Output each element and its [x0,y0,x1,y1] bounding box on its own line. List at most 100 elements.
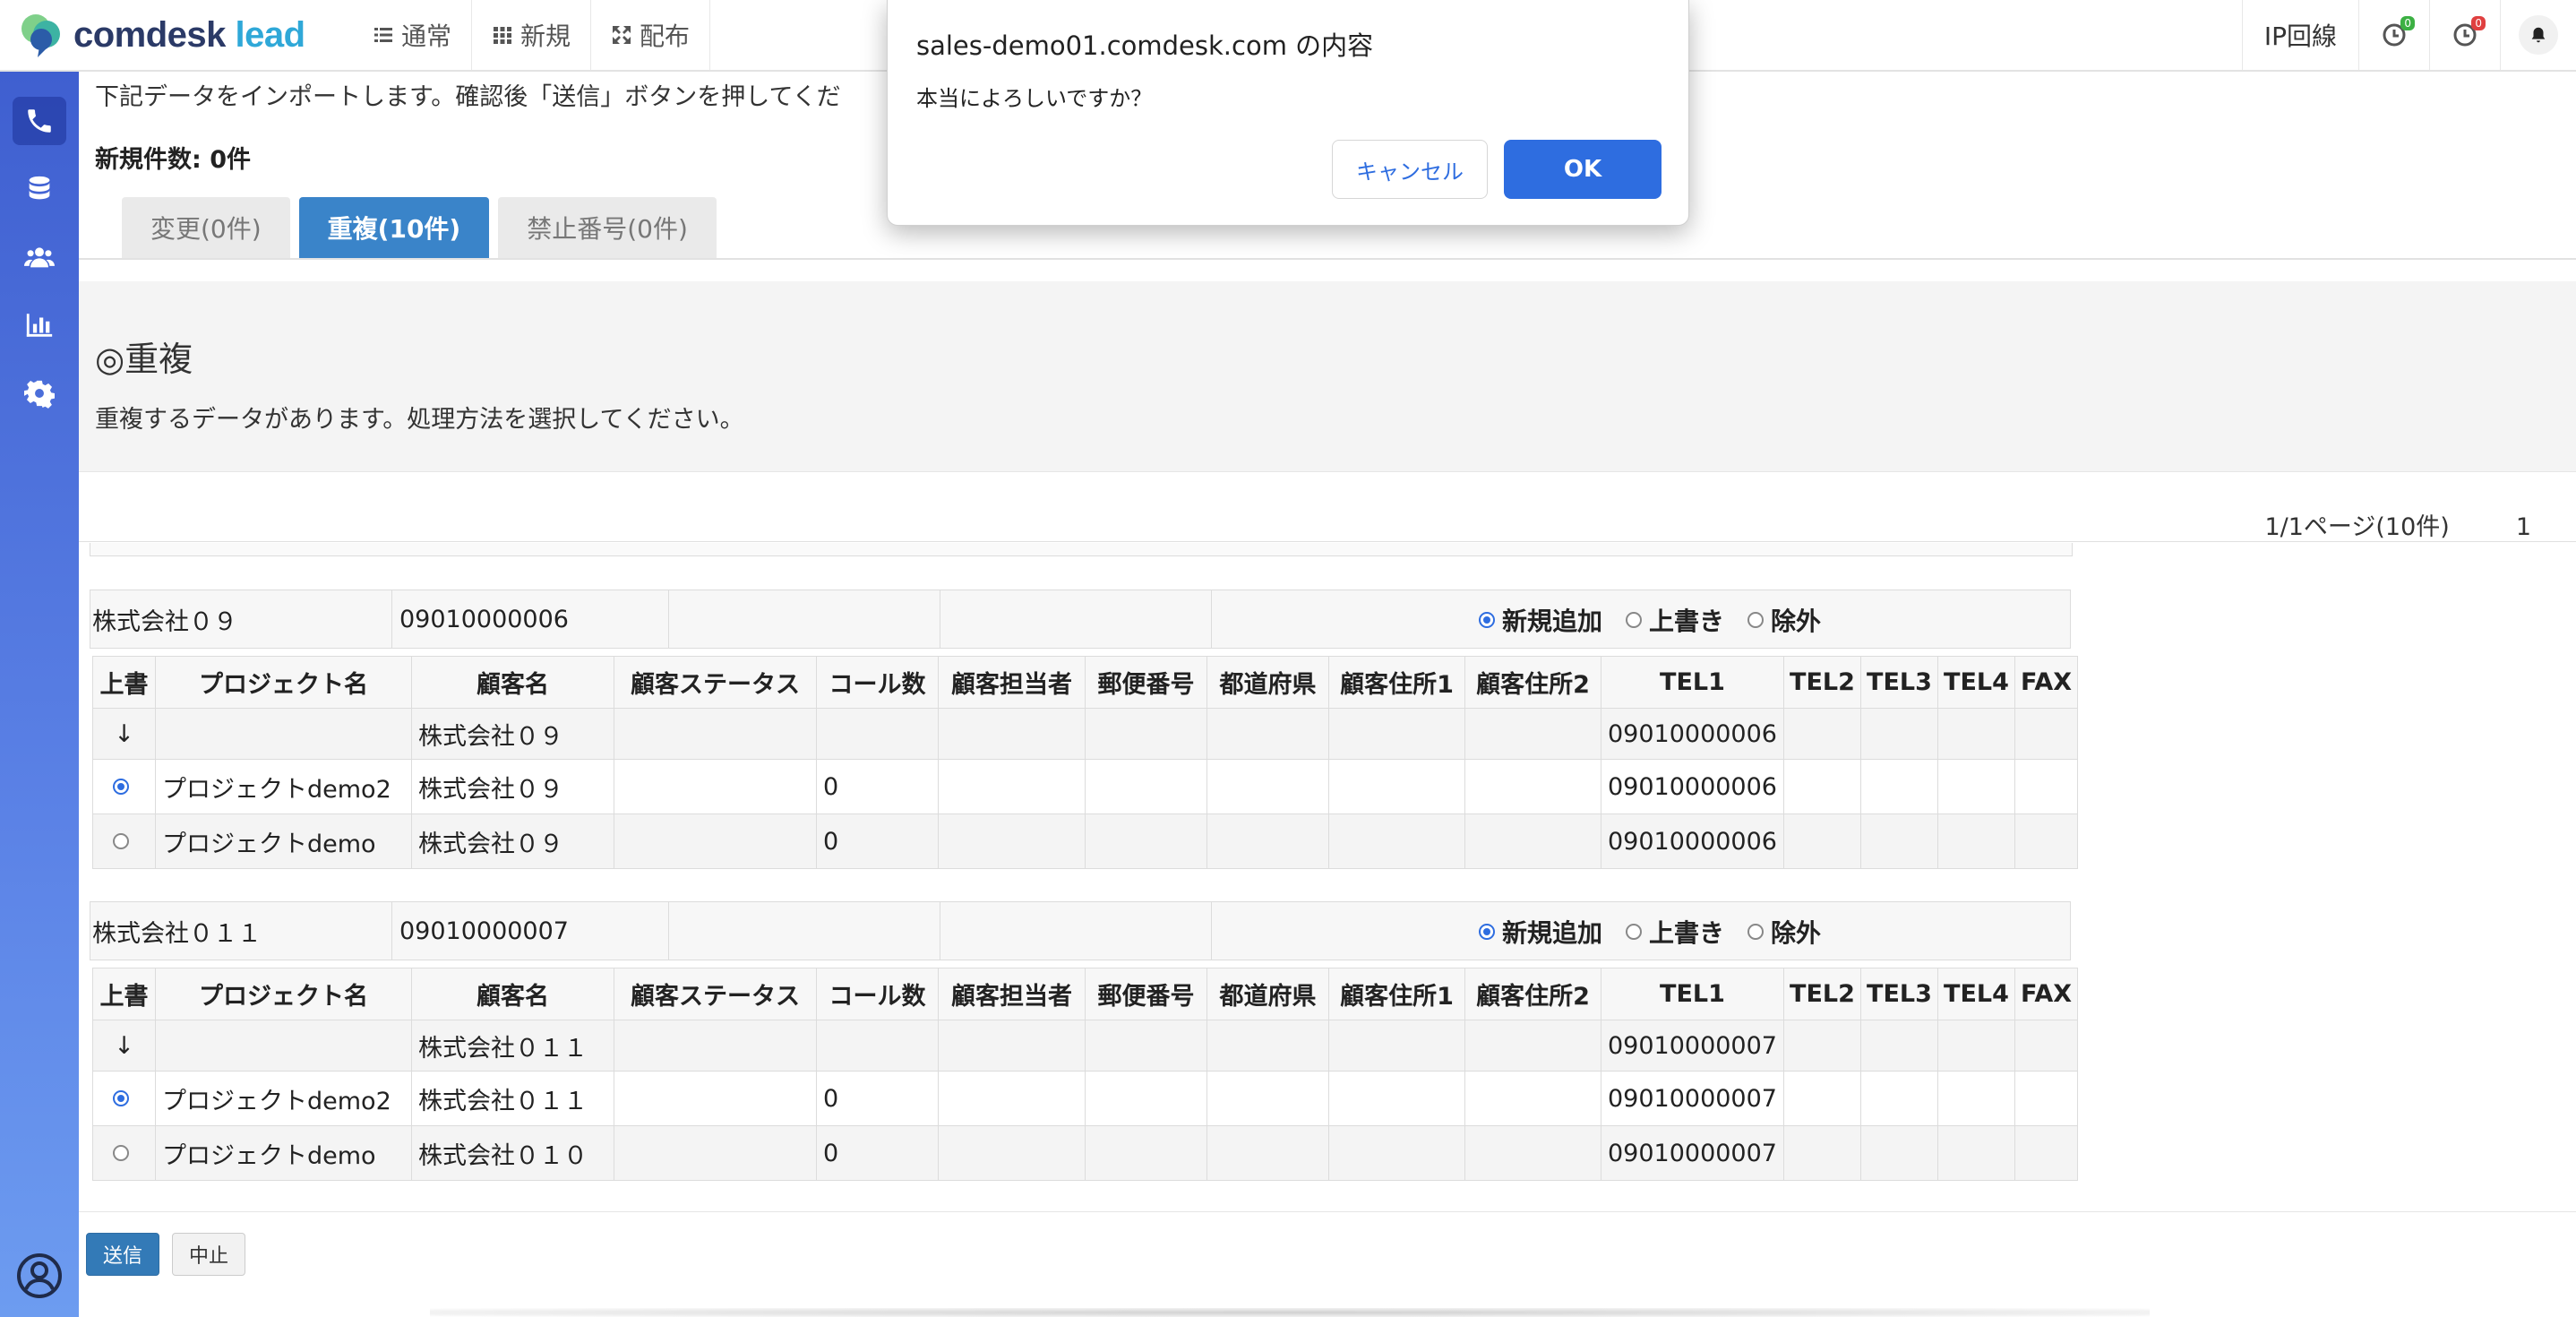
table-cell [2014,708,2079,760]
pager-page-link[interactable]: 1 [2516,513,2531,541]
table-cell: 株式会社０９ [411,813,614,869]
sidebar-item-database[interactable] [13,165,66,213]
tab-changed[interactable]: 変更(0件) [122,197,290,258]
gear-icon [24,380,55,409]
group-empty-cell [669,902,940,960]
table-header-row: 上書 プロジェクト名 顧客名 顧客ステータス コール数 顧客担当者 郵便番号 都道府県 顧客住所… [92,656,2079,709]
dialog-ok-button[interactable]: OK [1504,140,1662,199]
nav-item-new[interactable]: 新規 [472,0,592,70]
sidebar-item-phone[interactable] [13,97,66,145]
notification-button[interactable] [2500,0,2576,70]
option-label: 除外 [1771,607,1822,636]
expand-icon [613,26,631,44]
table-cell [1206,1125,1329,1181]
overwrite-radio[interactable] [112,832,129,849]
table-cell [1782,759,1861,814]
tab-blocked-numbers[interactable]: 禁止番号(0件) [498,197,717,258]
table-cell [2014,1020,2079,1072]
overwrite-radio-cell [92,1071,156,1126]
dialog-message: 本当によろしいですか？ [916,86,1153,111]
section-title: ◎重複 [95,340,193,379]
section-description: 重複するデータがあります。処理方法を選択してください。 [95,406,744,434]
column-header: 郵便番号 [1085,656,1207,709]
nav-label: 配布 [640,22,691,51]
window-shadow [430,1308,2150,1317]
sidebar-item-reports[interactable] [13,301,66,349]
pager-info: 1/1ページ(10件) [2264,513,2450,541]
bell-icon [2519,15,2558,55]
group-customer-name: 株式会社０１１ [90,902,392,960]
column-header: TEL2 [1782,968,1861,1020]
nav-item-normal[interactable]: 通常 [353,0,473,70]
arrow-cell: ↓ [92,1020,156,1072]
table-cell [1206,813,1329,869]
red-badge: 0 [2471,16,2486,30]
timer-red-button[interactable]: 0 [2429,0,2500,70]
user-avatar-icon[interactable] [16,1252,63,1299]
sidebar-item-users[interactable] [13,233,66,281]
dialog-cancel-button[interactable]: キャンセル [1332,140,1488,199]
process-option[interactable]: 除外 [1747,602,1821,638]
send-button[interactable]: 送信 [86,1233,159,1276]
table-cell [1936,1020,2015,1072]
bottom-divider [79,1211,2576,1212]
column-header: 顧客担当者 [938,968,1086,1020]
grid-icon [494,27,512,44]
ip-line-button[interactable]: IP回線 [2241,0,2358,70]
process-option[interactable]: 除外 [1747,914,1821,950]
table-cell [938,1071,1086,1126]
table-row: プロジェクトdemo2 株式会社０１１ 0 09010000007 [92,1071,2079,1126]
table-cell [1085,813,1207,869]
option-label: 新規追加 [1502,607,1603,636]
table-row: プロジェクトdemo2 株式会社０９ 0 09010000006 [92,759,2079,814]
radio-button[interactable] [1626,612,1643,628]
radio-button[interactable] [1626,924,1643,940]
radio-button[interactable] [1747,924,1765,940]
stop-button[interactable]: 中止 [172,1233,245,1276]
column-header: 都道府県 [1206,656,1329,709]
table-cell: プロジェクトdemo [155,813,412,869]
radio-button[interactable] [1479,924,1495,940]
column-header: 顧客名 [411,968,614,1020]
tab-duplicates[interactable]: 重複(10件) [298,197,490,258]
process-options: 新規追加 上書き 除外 [1479,902,1844,961]
nav-item-distribute[interactable]: 配布 [591,0,711,70]
duplicate-group: 株式会社０１１ 09010000007 新規追加 上書き 除外 上書 プロジェクト名 顧客名顧… [90,901,2079,1181]
column-header: 顧客ステータス [614,968,817,1020]
table-cell: 0 [816,1125,939,1181]
table-cell [1085,1071,1207,1126]
green-badge: 0 [2400,16,2415,30]
table-cell [614,1020,817,1072]
column-header: 顧客住所1 [1328,968,1465,1020]
process-option[interactable]: 新規追加 [1479,914,1602,950]
process-option[interactable]: 上書き [1626,602,1724,638]
table-cell [614,1125,817,1181]
overwrite-radio[interactable] [112,778,129,795]
option-label: 上書き [1649,607,1725,636]
overwrite-radio[interactable] [112,1089,129,1106]
overwrite-radio[interactable] [112,1144,129,1161]
sidebar [0,72,79,1317]
process-option[interactable]: 上書き [1626,914,1724,950]
column-header: 郵便番号 [1085,968,1207,1020]
radio-button[interactable] [1479,612,1495,628]
table-cell [1328,1125,1465,1181]
table-cell [2014,1125,2079,1181]
app-logo[interactable]: comdesk lead [20,11,305,59]
table-cell [1464,1020,1601,1072]
sidebar-item-settings[interactable] [13,369,66,417]
table-cell [938,759,1086,814]
table-cell: 株式会社０１１ [411,1020,614,1072]
table-cell [1085,1020,1207,1072]
table-cell [1859,759,1938,814]
process-option[interactable]: 新規追加 [1479,602,1602,638]
option-label: 除外 [1771,918,1822,948]
table-cell [155,1020,412,1072]
group-header: 株式会社０１１ 09010000007 新規追加 上書き 除外 [90,901,2071,960]
group-tel: 09010000007 [392,902,669,960]
table-cell [1859,708,1938,760]
table-cell: プロジェクトdemo2 [155,759,412,814]
timer-green-button[interactable]: 0 [2358,0,2429,70]
radio-button[interactable] [1747,612,1765,628]
clock-icon: 0 [2381,16,2415,48]
